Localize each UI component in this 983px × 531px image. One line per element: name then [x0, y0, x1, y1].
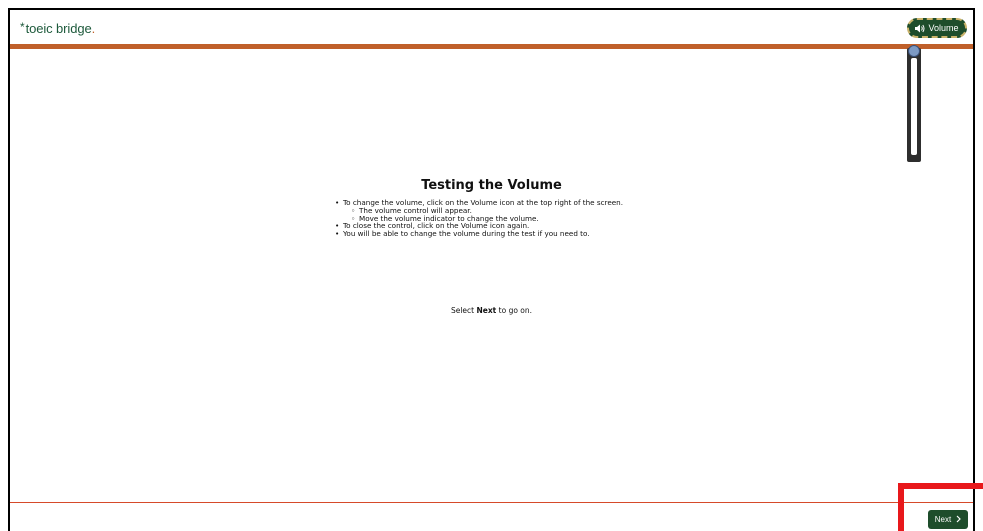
logo-text: toeic bridge	[25, 21, 92, 36]
volume-slider-handle[interactable]	[908, 45, 920, 57]
go-on-prefix: Select	[450, 306, 477, 315]
volume-slider-track	[911, 58, 917, 155]
footer-divider	[10, 502, 973, 503]
instructions: To change the volume, click on the Volum…	[335, 199, 623, 238]
go-on-bold: Next	[476, 306, 497, 315]
logo-dot: .	[91, 21, 96, 36]
toeic-bridge-logo: *toeic bridge.	[20, 20, 95, 36]
volume-button[interactable]: Volume	[907, 18, 967, 38]
header: *toeic bridge. Volume	[10, 10, 973, 46]
header-divider	[10, 44, 973, 49]
page-title: Testing the Volume	[421, 178, 562, 193]
go-on-text: Select Next to go on.	[10, 306, 973, 315]
volume-label: Volume	[928, 23, 959, 33]
highlight-box	[898, 483, 983, 531]
instruction-item: You will be able to change the volume du…	[335, 230, 623, 238]
speaker-icon	[915, 24, 925, 33]
logo-star: *	[20, 20, 25, 34]
test-window: *toeic bridge. Volume Testing the Volume…	[8, 8, 975, 531]
go-on-suffix: to go on.	[496, 306, 533, 315]
volume-slider[interactable]	[907, 45, 921, 162]
main-content: Testing the Volume	[10, 178, 973, 193]
